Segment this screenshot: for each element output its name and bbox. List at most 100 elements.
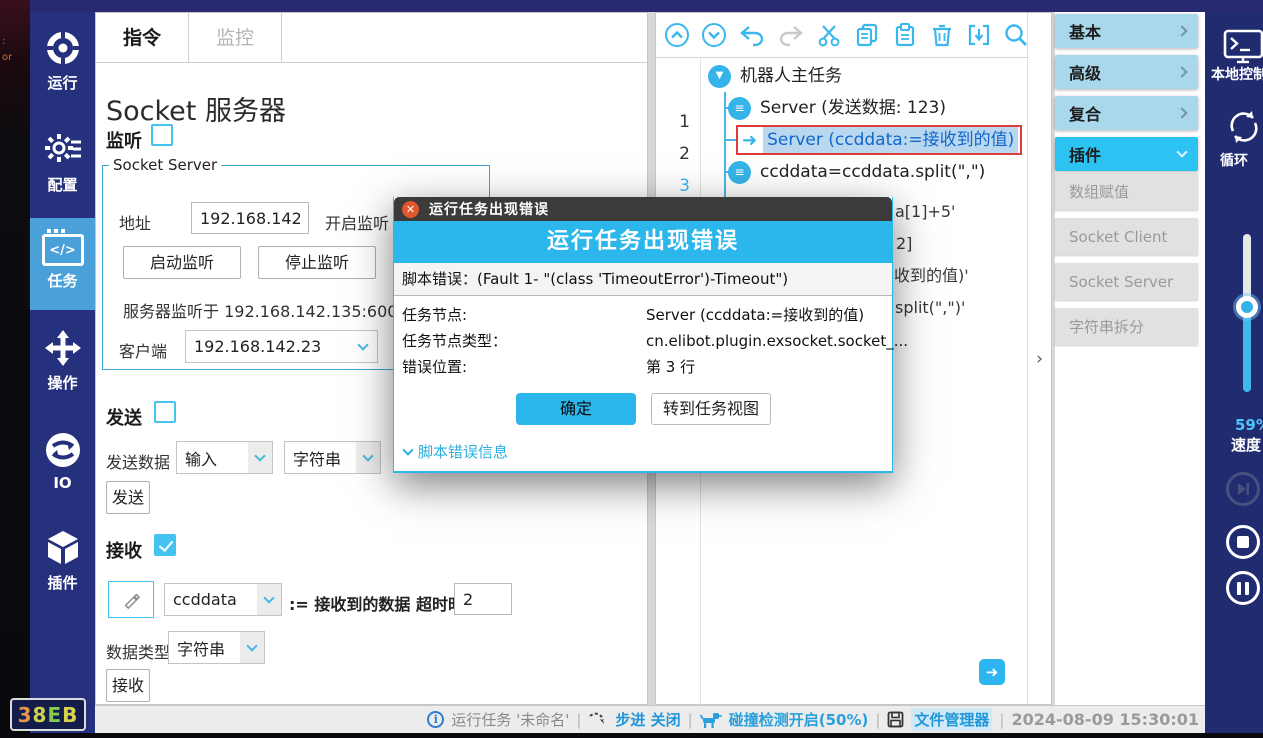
panel-collapse-handle[interactable]: › (1027, 13, 1051, 704)
category-label: 复合 (1069, 101, 1101, 125)
app-screen: : or 运行 (0, 0, 1263, 738)
collapse-up-icon[interactable] (664, 22, 690, 48)
send-checkbox[interactable] (154, 401, 176, 423)
run-control-sidebar: 本地控制 循环 59% 速度 (1205, 12, 1263, 733)
collapse-down-icon[interactable] (701, 22, 727, 48)
start-listen-button[interactable]: 启动监听 (123, 246, 241, 279)
client-dropdown-value: 192.168.142.23 (186, 337, 359, 356)
run-target-icon (43, 28, 83, 68)
sidebar-item-io[interactable]: IO (30, 430, 95, 492)
move-arrows-icon (43, 328, 83, 368)
sidebar-item-label: 配置 (30, 174, 95, 195)
sidebar-item-plugin[interactable]: 插件 (30, 528, 95, 593)
chevron-down-icon (246, 640, 257, 651)
stop-listen-button[interactable]: 停止监听 (258, 246, 376, 279)
chevron-down-icon (402, 444, 413, 455)
step-forward-button[interactable] (1226, 472, 1260, 506)
chevron-zone (240, 632, 264, 663)
palette-item-socket-client[interactable]: Socket Client (1055, 218, 1198, 255)
close-icon[interactable]: ✕ (402, 201, 419, 218)
tab-monitor[interactable]: 监控 (189, 13, 282, 63)
dialog-field-node: 任务节点: Server (ccddata:=接收到的值) (402, 302, 886, 328)
receive-checkbox[interactable] (154, 534, 176, 556)
run-error-dialog: ✕ 运行任务出现错误 运行任务出现错误 脚本错误：(Fault 1- "(cla… (393, 197, 893, 473)
robot-id-badge[interactable]: 3 8 E B (10, 698, 86, 731)
step-mode-status[interactable]: 步进 关闭 (615, 709, 680, 730)
dialog-title-bar[interactable]: ✕ 运行任务出现错误 (394, 197, 892, 221)
ok-button[interactable]: 确定 (516, 393, 636, 425)
tree-row-split[interactable]: ≡ccddata=ccddata.split(",") (728, 156, 985, 188)
sidebar-item-config[interactable]: 配置 (30, 130, 95, 195)
command-tab-bar: 指令 监控 (96, 13, 647, 63)
tree-row-main-task[interactable]: ▼机器人主任务 (708, 60, 842, 92)
speed-slider-track-filled[interactable] (1243, 312, 1251, 392)
speed-slider-thumb[interactable] (1236, 296, 1258, 318)
collapse-handle-glyph: › (1036, 349, 1043, 369)
chevron-down-icon (362, 450, 373, 461)
expand-triangle-icon[interactable]: ▼ (708, 65, 731, 88)
palette-category-plugin[interactable]: 插件 (1055, 137, 1198, 171)
goto-task-view-button[interactable]: 转到任务视图 (651, 393, 771, 425)
receive-button[interactable]: 接收 (106, 669, 150, 702)
data-type-dropdown[interactable]: 字符串 (168, 631, 265, 664)
field-value: cn.elibot.plugin.exsocket.socket_... (646, 328, 908, 354)
chevron-zone (257, 584, 281, 615)
delete-icon[interactable] (929, 22, 955, 48)
undo-icon[interactable] (738, 22, 766, 48)
desktop-bg-text: : (2, 36, 5, 48)
redo-icon[interactable] (777, 22, 805, 48)
local-terminal-icon[interactable] (1223, 28, 1263, 66)
stop-button[interactable] (1226, 525, 1260, 559)
receive-variable-dropdown[interactable]: ccddata (164, 583, 282, 616)
file-manager-link[interactable]: 文件管理器 (911, 708, 992, 731)
send-type-dropdown[interactable]: 字符串 (284, 441, 381, 474)
sidebar-item-label: 运行 (30, 72, 95, 93)
palette-item-socket-server[interactable]: Socket Server (1055, 263, 1198, 300)
address-input[interactable] (191, 202, 309, 234)
palette-category-composite[interactable]: 复合 (1055, 96, 1198, 130)
badge-char: 8 (33, 703, 48, 727)
script-error-detail-toggle[interactable]: 脚本错误信息 (404, 441, 508, 462)
sidebar-item-run[interactable]: 运行 (30, 28, 95, 93)
chevron-down-icon (357, 339, 368, 350)
palette-item-array-assign[interactable]: 数组赋值 (1055, 173, 1198, 210)
script-error-line: 脚本错误：(Fault 1- "(class 'TimeoutError')-T… (394, 263, 892, 296)
sidebar-item-operate[interactable]: 操作 (30, 328, 95, 393)
code-window-icon: </> (42, 234, 84, 266)
tree-toolbar (656, 13, 1029, 58)
send-data-label: 发送数据 (106, 449, 170, 473)
loop-icon[interactable] (1225, 108, 1263, 146)
desktop-bg-text: or (2, 52, 12, 64)
cut-icon[interactable] (816, 22, 842, 48)
chevron-down-icon (254, 450, 265, 461)
replace-icon[interactable] (966, 22, 992, 48)
tree-row-server-receive-selected[interactable]: ➜ Server (ccddata:=接收到的值) (736, 125, 1022, 155)
paste-icon[interactable] (892, 22, 918, 48)
send-button[interactable]: 发送 (106, 481, 150, 514)
send-type-value: 字符串 (285, 446, 356, 470)
edit-variable-button[interactable] (108, 581, 154, 618)
send-source-dropdown[interactable]: 输入 (176, 441, 273, 474)
speed-percent-value: 59% (1235, 416, 1263, 434)
copy-icon[interactable] (853, 22, 881, 48)
pause-button[interactable] (1226, 571, 1260, 605)
stop-icon (1237, 536, 1249, 548)
running-task-status: 运行任务 '未命名' (451, 709, 569, 730)
listen-checkbox[interactable] (151, 124, 173, 146)
dialog-field-node-type: 任务节点类型： cn.elibot.plugin.exsocket.socket… (402, 328, 886, 354)
collision-detect-status[interactable]: 碰撞检测开启(50%) (729, 709, 869, 730)
speed-label: 速度 (1231, 434, 1261, 455)
category-label: 插件 (1069, 142, 1101, 166)
tab-command[interactable]: 指令 (96, 13, 189, 63)
timeout-input[interactable] (454, 583, 512, 615)
palette-category-advanced[interactable]: 高级 (1055, 55, 1198, 89)
step-next-button[interactable]: ➜ (979, 659, 1005, 685)
tree-row-label: Server (发送数据: 123) (760, 98, 946, 118)
palette-category-basic[interactable]: 基本 (1055, 14, 1198, 48)
tree-row-server-send[interactable]: ≡Server (发送数据: 123) (728, 92, 946, 124)
sidebar-item-task[interactable]: </> 任务 (30, 218, 95, 310)
search-icon[interactable] (1003, 22, 1029, 48)
client-dropdown[interactable]: 192.168.142.23 (185, 330, 378, 363)
window-top-bar (30, 0, 1263, 12)
palette-item-string-split[interactable]: 字符串拆分 (1055, 308, 1198, 345)
